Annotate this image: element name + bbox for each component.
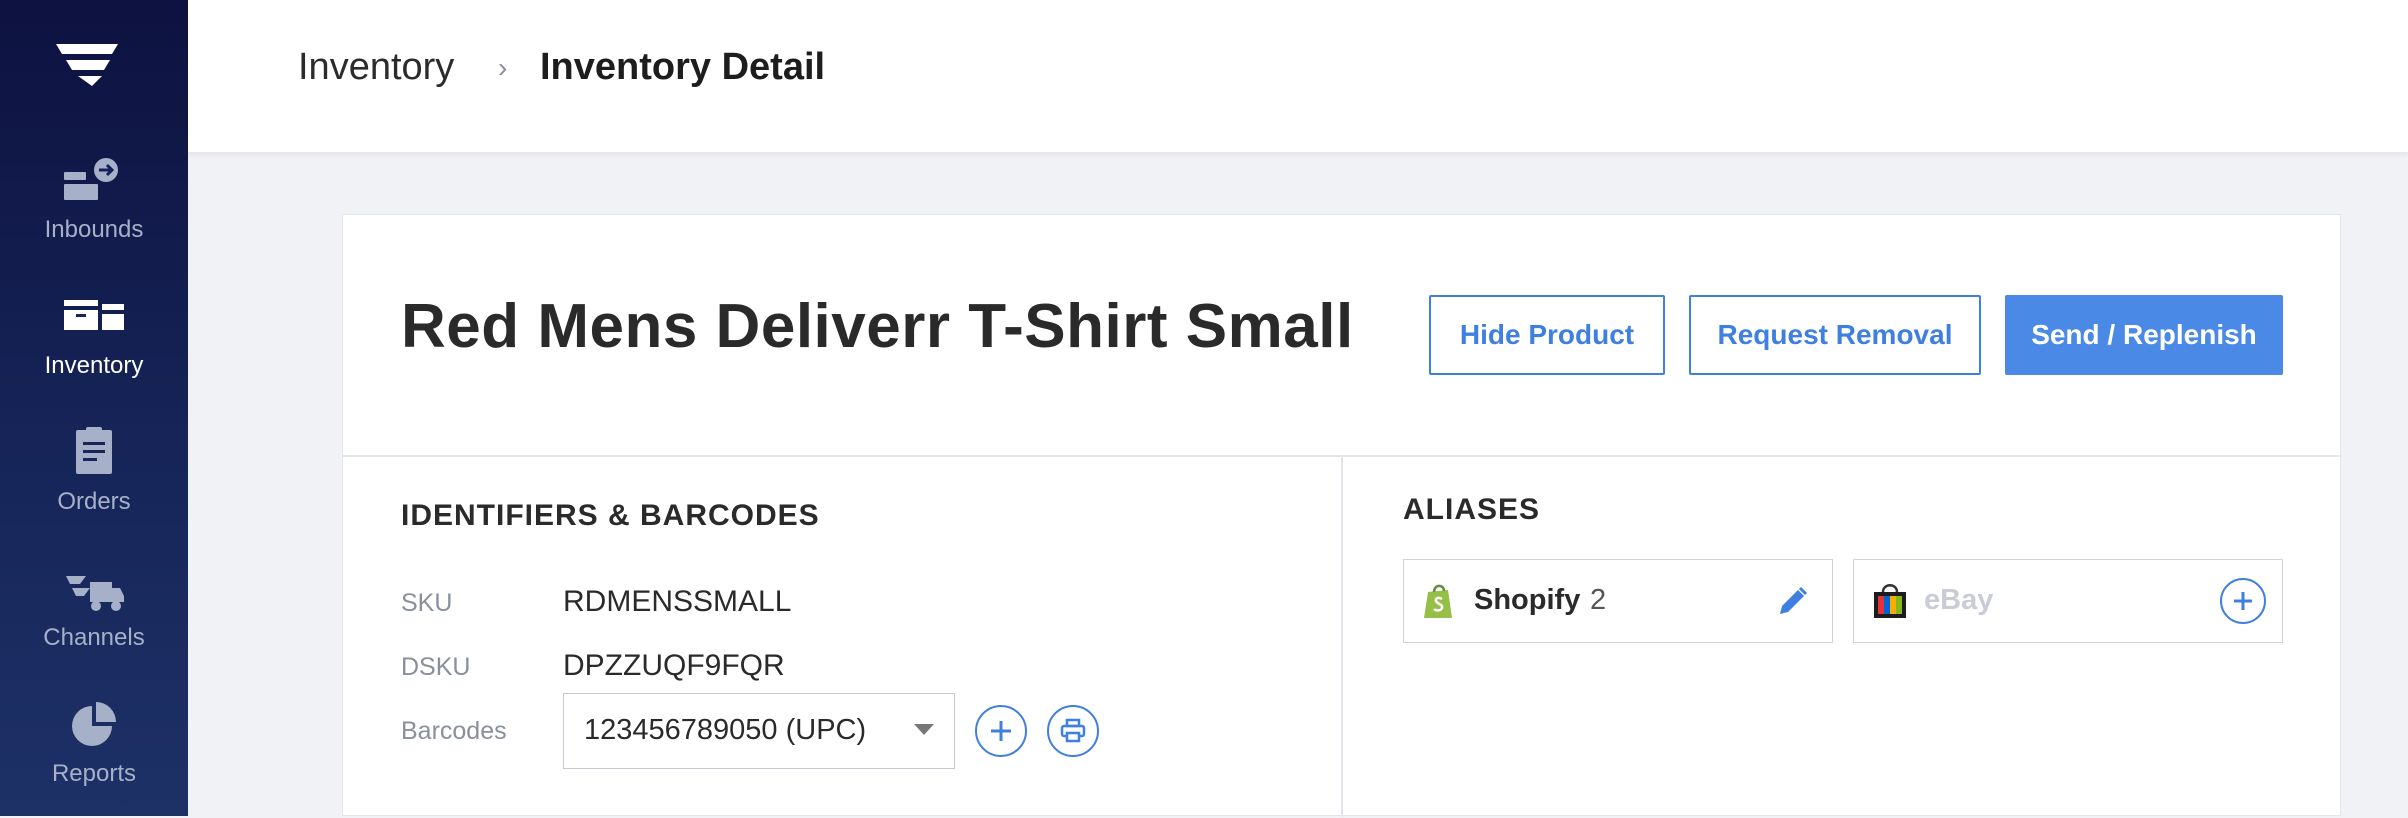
nav-label: Inventory [44,352,144,379]
plus-circle-icon [2234,592,2252,610]
nav-item-reports[interactable]: Reports [0,698,188,818]
nav-label: Orders [57,488,131,515]
alias-ebay[interactable]: eBay [1853,559,2283,643]
inbound-icon [64,158,118,200]
barcode-select[interactable]: 123456789050 (UPC) [563,693,955,769]
breadcrumb-inventory-link[interactable]: Inventory [298,46,454,89]
barcodes-label: Barcodes [401,717,507,745]
shopify-icon [1424,584,1452,618]
barcode-selected-value: 123456789050 (UPC) [584,714,867,746]
alias-shopify[interactable]: Shopify 2 [1403,559,1833,643]
orders-icon [76,427,112,474]
sidebar: Inbounds Inventory Orders Channels Repor… [0,0,188,816]
hide-product-button[interactable]: Hide Product [1429,295,1665,375]
print-barcode-button[interactable] [1047,705,1099,757]
top-header: Inventory › Inventory Detail [188,0,2408,153]
alias-count: 2 [1590,584,1607,616]
aliases-section-title: ALIASES [1403,493,1541,526]
nav-item-inventory[interactable]: Inventory [0,290,188,410]
alias-name: Shopify [1474,584,1581,616]
ebay-icon [1874,584,1906,618]
dsku-label: DSKU [401,653,471,681]
request-removal-button[interactable]: Request Removal [1689,295,1981,375]
nav-label: Channels [43,624,145,651]
product-title: Red Mens Deliverr T-Shirt Small [401,292,1354,361]
nav-item-orders[interactable]: Orders [0,426,188,546]
column-divider [1341,455,1343,817]
send-replenish-button[interactable]: Send / Replenish [2005,295,2283,375]
sku-value: RDMENSSMALL [563,585,792,618]
nav-label: Reports [51,760,137,787]
nav-item-channels[interactable]: Channels [0,562,188,682]
alias-name: eBay [1924,584,1994,616]
identifiers-section-title: IDENTIFIERS & BARCODES [401,499,820,532]
channels-icon [66,576,124,611]
add-barcode-button[interactable] [975,705,1027,757]
plus-icon [991,721,1011,741]
nav-label: Inbounds [44,216,144,243]
dsku-value: DPZZUQF9FQR [563,649,785,682]
deliverr-logo[interactable] [52,40,122,88]
add-ebay-alias-button[interactable] [2220,578,2266,624]
nav-item-inbounds[interactable]: Inbounds [0,154,188,274]
pencil-icon[interactable] [1776,584,1810,618]
sku-label: SKU [401,589,453,617]
printer-icon [1060,718,1086,743]
chevron-down-icon [914,724,934,735]
inventory-icon [64,300,124,330]
breadcrumb-separator: › [498,52,508,83]
page-title: Inventory Detail [540,46,826,88]
reports-icon [72,702,116,746]
product-detail-card: Red Mens Deliverr T-Shirt Small Hide Pro… [342,214,2342,817]
